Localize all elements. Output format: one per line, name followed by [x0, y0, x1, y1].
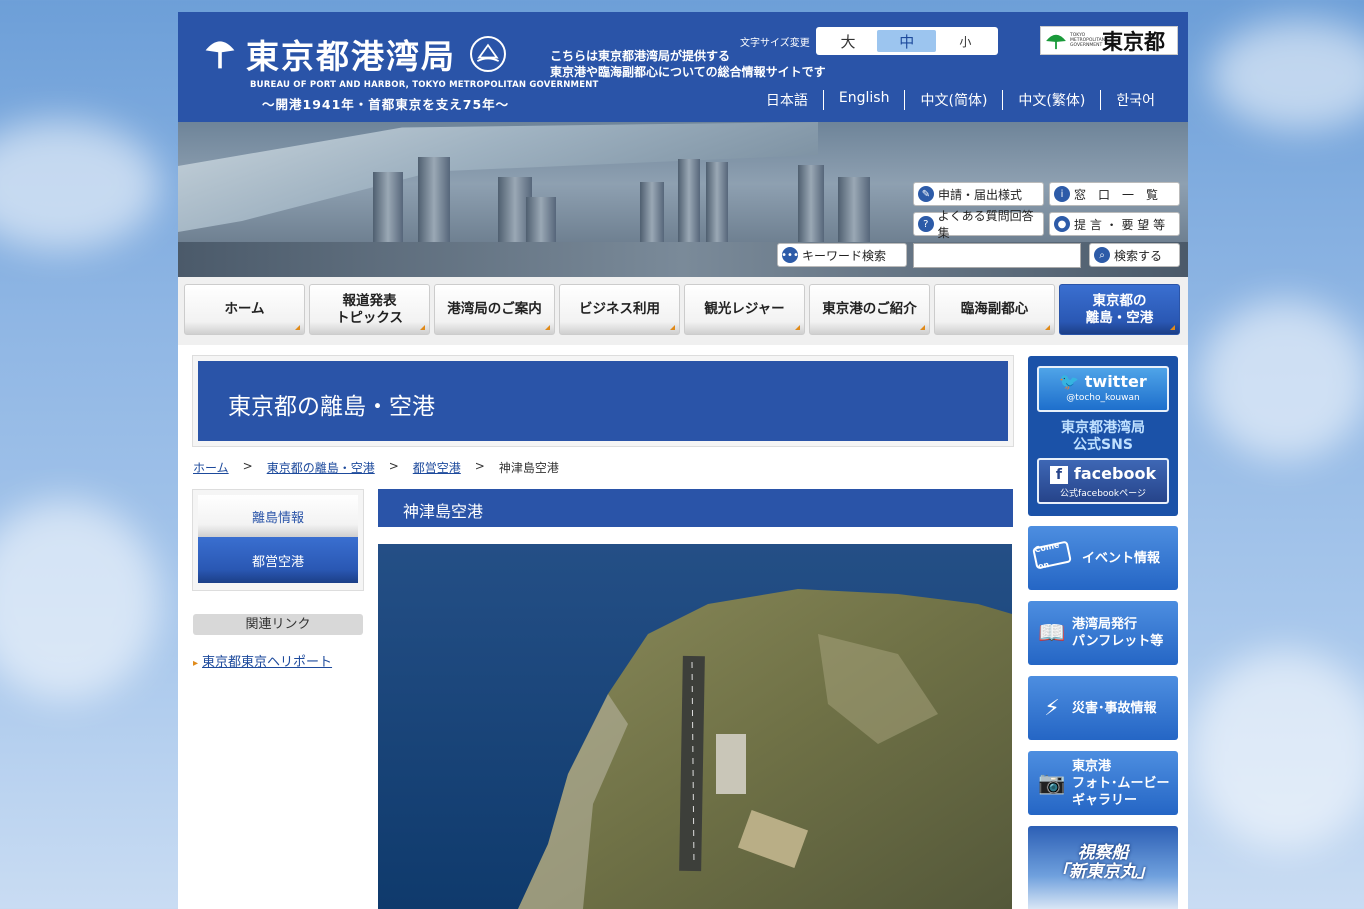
- breadcrumb-islands-airports[interactable]: 東京都の離島・空港: [267, 459, 375, 476]
- camera-icon: 📷: [1038, 770, 1066, 796]
- background-cloud: [1210, 20, 1364, 130]
- tokyo-ginkgo-icon: [1046, 34, 1066, 49]
- user-icon: ●: [1054, 216, 1070, 232]
- sidenav-islands-info[interactable]: 離島情報: [198, 495, 358, 537]
- background-cloud: [1190, 650, 1364, 850]
- font-size-medium-button[interactable]: 中: [877, 30, 937, 52]
- search-button[interactable]: ⌕ 検索する: [1089, 243, 1180, 267]
- background-cloud: [0, 500, 160, 700]
- nav-press-topics[interactable]: 報道発表 トピックス: [309, 284, 430, 335]
- search-icon: ⌕: [1094, 247, 1110, 263]
- background-cloud: [1200, 300, 1364, 460]
- island-illustration: [378, 544, 1012, 909]
- inspection-ship-banner[interactable]: 視察船 「新東京丸」: [1028, 826, 1178, 909]
- search-input[interactable]: [913, 243, 1081, 268]
- logo-title: 東京都港湾局: [246, 37, 456, 76]
- book-icon: 📖: [1038, 620, 1066, 646]
- related-links-heading: 関連リンク: [193, 614, 363, 635]
- font-size-large-button[interactable]: 大: [819, 30, 878, 52]
- lang-korean[interactable]: 한국어: [1100, 90, 1170, 110]
- emblem-icon: [470, 36, 506, 72]
- pamphlet-button[interactable]: 📖 港湾局発行 パンフレット等: [1028, 601, 1178, 665]
- sidenav-airports[interactable]: 都営空港: [198, 537, 358, 583]
- lang-chinese-simplified[interactable]: 中文(简体): [904, 90, 1002, 110]
- side-nav: 離島情報 都営空港: [192, 489, 364, 591]
- nav-waterfront[interactable]: 臨海副都心: [934, 284, 1055, 335]
- language-switcher: 日本語 English 中文(简体) 中文(繁体) 한국어: [751, 90, 1170, 110]
- dots-icon: •••: [781, 247, 799, 263]
- facebook-button[interactable]: f facebook 公式facebookページ: [1037, 458, 1169, 504]
- site-header: 東京都港湾局 BUREAU OF PORT AND HARBOR, TOKYO …: [178, 12, 1188, 122]
- tokyo-metro-logo[interactable]: TOKYO METROPOLITAN GOVERNMENT 東京都: [1040, 26, 1178, 55]
- proposal-button[interactable]: ● 提 言 ・ 要 望 等: [1049, 212, 1180, 236]
- sns-caption: 東京都港湾局 公式SNS: [1061, 420, 1145, 453]
- facebook-icon: f: [1049, 466, 1068, 484]
- twitter-icon: 🐦: [1059, 372, 1085, 391]
- faq-button[interactable]: ? よくある質問回答集: [913, 209, 1044, 240]
- logo-subtitle: 〜開港1941年・首都東京を支え75年〜: [262, 97, 510, 112]
- font-size-label: 文字サイズ変更: [740, 37, 810, 49]
- nav-islands-airports[interactable]: 東京都の 離島・空港: [1059, 284, 1180, 335]
- font-size-switcher: 文字サイズ変更 大 中 小: [740, 27, 998, 55]
- page-container: 東京都港湾局 BUREAU OF PORT AND HARBOR, TOKYO …: [178, 12, 1188, 909]
- disaster-info-button[interactable]: ⚡ 災害･事故情報: [1028, 676, 1178, 740]
- breadcrumb-airports[interactable]: 都営空港: [413, 459, 461, 476]
- global-nav: ホーム 報道発表 トピックス 港湾局のご案内 ビジネス利用 観光レジャー 東京港…: [178, 277, 1188, 345]
- nav-about-bureau[interactable]: 港湾局のご案内: [434, 284, 555, 335]
- question-icon: ?: [918, 216, 934, 232]
- related-link-heliport[interactable]: 東京都東京ヘリポート: [193, 651, 332, 670]
- document-icon: ✎: [918, 186, 934, 202]
- nav-business[interactable]: ビジネス利用: [559, 284, 680, 335]
- windows-list-button[interactable]: i 窓 口 一 覧: [1049, 182, 1180, 206]
- lang-japanese[interactable]: 日本語: [751, 90, 823, 110]
- lang-chinese-traditional[interactable]: 中文(繁体): [1002, 90, 1100, 110]
- page-banner: 東京都の離島・空港: [192, 355, 1014, 447]
- nav-tokyo-port[interactable]: 東京港のご紹介: [809, 284, 930, 335]
- forms-button[interactable]: ✎ 申請・届出様式: [913, 182, 1044, 206]
- background-cloud: [0, 120, 160, 250]
- section-heading: 神津島空港: [378, 489, 1013, 527]
- font-size-small-button[interactable]: 小: [936, 30, 995, 52]
- come-on-badge-icon: Come on: [1032, 540, 1072, 571]
- breadcrumb-current: 神津島空港: [498, 461, 559, 475]
- site-logo[interactable]: 東京都港湾局 BUREAU OF PORT AND HARBOR, TOKYO …: [202, 30, 599, 113]
- sns-panel: 🐦 twitter @tocho_kouwan 東京都港湾局 公式SNS f fa…: [1028, 356, 1178, 516]
- page-title: 東京都の離島・空港: [198, 361, 1008, 441]
- lang-english[interactable]: English: [822, 90, 905, 110]
- nav-home[interactable]: ホーム: [184, 284, 305, 335]
- logo-english: BUREAU OF PORT AND HARBOR, TOKYO METROPO…: [250, 80, 599, 90]
- airport-aerial-photo: [378, 544, 1012, 909]
- ginkgo-icon: [205, 41, 235, 69]
- nav-tourism[interactable]: 観光レジャー: [684, 284, 805, 335]
- photo-gallery-button[interactable]: 📷 東京港 フォト･ムービー ギャラリー: [1028, 751, 1178, 815]
- breadcrumb-home[interactable]: ホーム: [193, 459, 229, 476]
- event-info-button[interactable]: Come on イベント情報: [1028, 526, 1178, 590]
- info-icon: i: [1054, 186, 1070, 202]
- twitter-button[interactable]: 🐦 twitter @tocho_kouwan: [1037, 366, 1169, 412]
- lightning-icon: ⚡: [1044, 695, 1060, 721]
- breadcrumb: ホーム > 東京都の離島・空港 > 都営空港 > 神津島空港: [193, 459, 559, 476]
- keyword-search-label: ••• キーワード検索: [777, 243, 907, 267]
